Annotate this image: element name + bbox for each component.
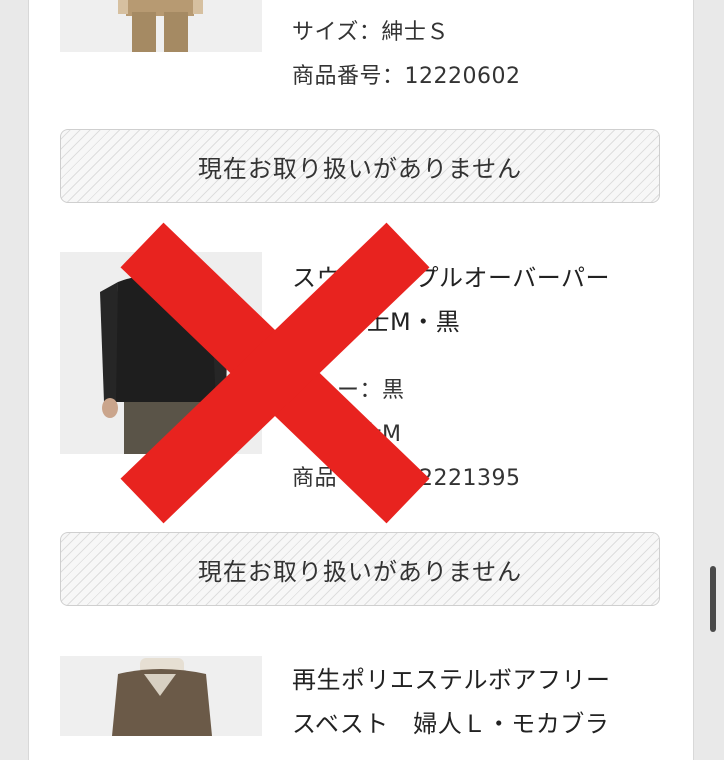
product-thumbnail[interactable]: [60, 252, 262, 454]
unavailable-label: 現在お取り扱いがありません: [197, 154, 523, 183]
product-color: ー：黒: [292, 378, 405, 403]
product-thumbnail[interactable]: [60, 0, 262, 52]
scrollbar-thumb[interactable]: [710, 566, 716, 632]
product-size: サイズ：紳士Ｓ: [292, 20, 449, 45]
product-size: 紳士M: [292, 422, 402, 447]
unavailable-label: 現在お取り扱いがありません: [197, 557, 523, 586]
product-title-line2[interactable]: 紳士M・黒: [292, 302, 460, 337]
unavailable-button: 現在お取り扱いがありません: [60, 129, 660, 203]
product-title-line2[interactable]: スベスト 婦人Ｌ・モカブラ: [292, 704, 609, 739]
unavailable-button: 現在お取り扱いがありません: [60, 532, 660, 606]
product-number: 商品番号：12220602: [292, 64, 521, 89]
product-title-line1[interactable]: スウ プルオーバーパー: [292, 258, 610, 293]
product-thumbnail[interactable]: [60, 656, 262, 736]
product-title-line1[interactable]: 再生ポリエステルボアフリー: [292, 660, 611, 695]
product-number: 商品 12221395: [292, 466, 521, 491]
